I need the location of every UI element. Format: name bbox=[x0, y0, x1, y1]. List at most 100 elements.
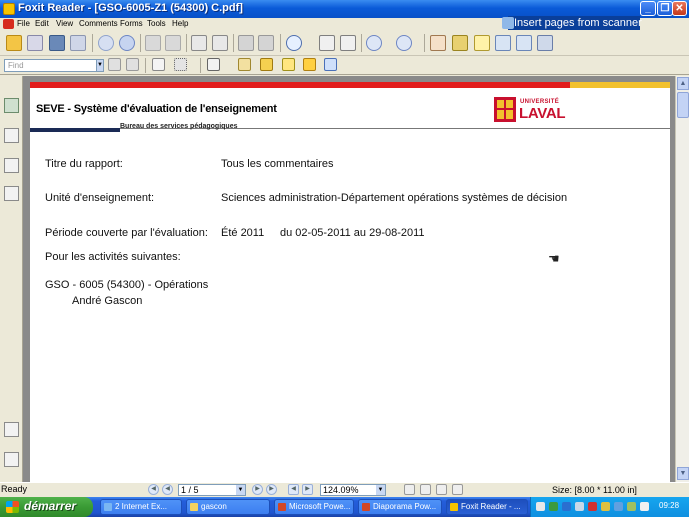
pages-panel-icon[interactable] bbox=[4, 98, 19, 113]
textbox-icon[interactable] bbox=[282, 58, 295, 71]
last-page-icon[interactable]: ▶ bbox=[266, 484, 277, 495]
forward-arrow-icon[interactable] bbox=[165, 35, 181, 51]
tray-update-icon[interactable] bbox=[562, 502, 571, 511]
single-page-view-icon[interactable] bbox=[404, 484, 415, 495]
page-number-field[interactable]: 1 / 5 ▼ bbox=[178, 484, 246, 496]
task-gascon-folder[interactable]: gascon bbox=[186, 499, 270, 515]
minimize-button[interactable]: _ bbox=[640, 1, 656, 16]
bookmarks-panel-icon[interactable] bbox=[4, 128, 19, 143]
marquee-icon[interactable] bbox=[174, 58, 187, 71]
tray-bluetooth-icon[interactable] bbox=[640, 502, 649, 511]
select-arrow-icon[interactable] bbox=[474, 35, 490, 51]
menu-comments[interactable]: Comments bbox=[79, 18, 118, 30]
start-button[interactable]: démarrer bbox=[0, 497, 93, 517]
report-value: Tous les commentaires bbox=[221, 158, 334, 170]
highlight-icon[interactable] bbox=[260, 58, 273, 71]
scroll-up-arrow-icon[interactable]: ▲ bbox=[677, 77, 689, 90]
fit-width-icon[interactable] bbox=[340, 35, 356, 51]
tray-security-icon[interactable] bbox=[588, 502, 597, 511]
find-input[interactable]: Find bbox=[4, 59, 101, 72]
scrollbar-thumb[interactable] bbox=[677, 92, 689, 118]
prev-page-status-icon[interactable]: ◀ bbox=[162, 484, 173, 495]
camera-icon[interactable] bbox=[537, 35, 553, 51]
menu-help[interactable]: Help bbox=[172, 18, 188, 30]
find-previous-icon[interactable] bbox=[108, 58, 121, 71]
previous-page-icon[interactable] bbox=[98, 35, 114, 51]
text-select-icon[interactable] bbox=[452, 35, 468, 51]
typewriter-icon[interactable] bbox=[207, 58, 220, 71]
restore-button[interactable]: ❐ bbox=[657, 1, 673, 16]
arrow-tool-icon[interactable] bbox=[324, 58, 337, 71]
next-page-status-icon[interactable]: ▶ bbox=[252, 484, 263, 495]
task-powerpoint[interactable]: Microsoft Powe... bbox=[274, 499, 354, 515]
menu-tools[interactable]: Tools bbox=[147, 18, 166, 30]
course-line: GSO - 6005 (54300) - Opérations bbox=[45, 279, 209, 291]
tray-display-icon[interactable] bbox=[614, 502, 623, 511]
task-diaporama[interactable]: Diaporama Pow... bbox=[358, 499, 442, 515]
zoom-icon[interactable] bbox=[286, 35, 302, 51]
continuous-page-icon[interactable] bbox=[191, 35, 207, 51]
page-dropdown-icon[interactable]: ▼ bbox=[236, 485, 245, 495]
find-next-icon[interactable] bbox=[126, 58, 139, 71]
stamp-icon[interactable] bbox=[238, 58, 251, 71]
tray-power-icon[interactable] bbox=[627, 502, 636, 511]
tray-volume-icon[interactable] bbox=[575, 502, 584, 511]
print-icon[interactable] bbox=[49, 35, 65, 51]
page-number-value: 1 / 5 bbox=[181, 485, 199, 495]
fit-page-icon[interactable] bbox=[319, 35, 335, 51]
vertical-scrollbar[interactable]: ▲ ▼ bbox=[675, 76, 689, 482]
email-icon[interactable] bbox=[70, 35, 86, 51]
menu-forms[interactable]: Forms bbox=[120, 18, 143, 30]
close-button[interactable]: ✕ bbox=[672, 1, 687, 16]
scroll-down-arrow-icon[interactable]: ▼ bbox=[677, 467, 689, 480]
insert-pages-banner[interactable]: Insert pages from scanner bbox=[502, 16, 642, 31]
powerpoint-icon bbox=[278, 503, 286, 511]
hand-tool-icon[interactable] bbox=[430, 35, 446, 51]
annotations-panel-icon[interactable] bbox=[4, 158, 19, 173]
menu-edit[interactable]: Edit bbox=[35, 18, 49, 30]
snapshot-icon[interactable] bbox=[495, 35, 511, 51]
task-foxit-reader[interactable]: Foxit Reader - ... bbox=[446, 499, 528, 515]
facing-view-icon[interactable] bbox=[436, 484, 447, 495]
next-page-icon[interactable] bbox=[119, 35, 135, 51]
period-dates: du 02-05-2011 au 29-08-2011 bbox=[280, 227, 425, 239]
windows-flag-icon bbox=[6, 501, 19, 513]
tray-messenger-icon[interactable] bbox=[601, 502, 610, 511]
continuous-facing-view-icon[interactable] bbox=[452, 484, 463, 495]
signatures-panel-icon[interactable] bbox=[4, 452, 19, 467]
menu-file[interactable]: File bbox=[17, 18, 30, 30]
page-icon[interactable] bbox=[152, 58, 165, 71]
find-dropdown-button[interactable]: ▼ bbox=[96, 59, 104, 72]
note-icon[interactable] bbox=[303, 58, 316, 71]
document-viewport[interactable]: SEVE - Système d'évaluation de l'enseign… bbox=[23, 76, 675, 482]
continuous-view-icon[interactable] bbox=[420, 484, 431, 495]
zoom-out-icon[interactable] bbox=[366, 35, 382, 51]
rotate-right-icon[interactable] bbox=[258, 35, 274, 51]
book-icon[interactable] bbox=[516, 35, 532, 51]
rotate-left-icon[interactable] bbox=[238, 35, 254, 51]
task-internet-explorer[interactable]: 2 Internet Ex... bbox=[100, 499, 182, 515]
back-arrow-icon[interactable] bbox=[145, 35, 161, 51]
attachments-panel-icon[interactable] bbox=[4, 422, 19, 437]
start-label: démarrer bbox=[24, 499, 77, 513]
tray-network-icon[interactable] bbox=[549, 502, 558, 511]
menu-view[interactable]: View bbox=[56, 18, 73, 30]
task-label: gascon bbox=[201, 502, 227, 511]
zoom-field[interactable]: 124.09% ▼ bbox=[320, 484, 386, 496]
folder-icon bbox=[190, 503, 198, 511]
tray-app-icon[interactable] bbox=[536, 502, 545, 511]
go-forward-icon[interactable]: ▶ bbox=[302, 484, 313, 495]
banner-label: Insert pages from scanner bbox=[514, 17, 642, 29]
window-title: Foxit Reader - [GSO-6005-Z1 (54300) C.pd… bbox=[18, 2, 243, 14]
single-page-icon[interactable] bbox=[212, 35, 228, 51]
save-icon[interactable] bbox=[27, 35, 43, 51]
header-gold-band bbox=[570, 82, 670, 88]
slideshow-icon bbox=[362, 503, 370, 511]
taskbar-clock: 09:28 bbox=[659, 501, 680, 510]
zoom-in-icon[interactable] bbox=[396, 35, 412, 51]
open-icon[interactable] bbox=[6, 35, 22, 51]
layers-panel-icon[interactable] bbox=[4, 186, 19, 201]
zoom-dropdown-icon[interactable]: ▼ bbox=[376, 485, 385, 495]
go-back-icon[interactable]: ◀ bbox=[288, 484, 299, 495]
first-page-icon[interactable]: ◀ bbox=[148, 484, 159, 495]
